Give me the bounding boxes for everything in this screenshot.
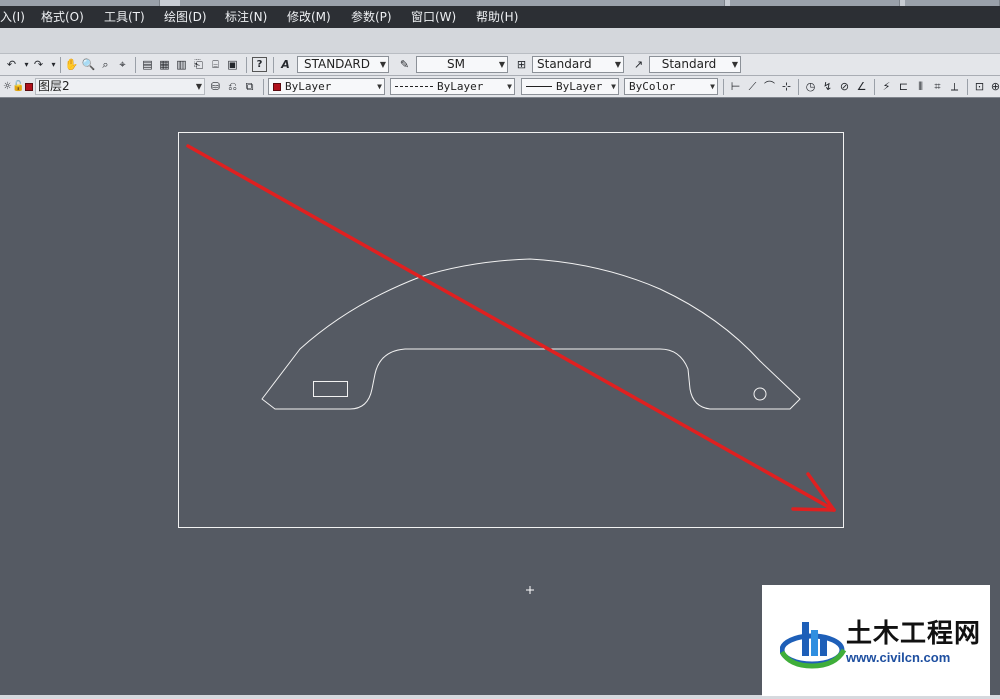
chevron-down-icon: ▼: [498, 60, 505, 69]
quick-dimension-icon[interactable]: ⚡: [879, 79, 894, 94]
menu-help[interactable]: 帮助(H): [476, 9, 518, 25]
part-outline[interactable]: [261, 258, 801, 410]
lineweight-value: ByLayer: [556, 80, 603, 93]
calculator-icon[interactable]: ▣: [225, 57, 240, 72]
toolbar-separator: [723, 79, 724, 95]
center-mark-icon[interactable]: ⊕: [988, 79, 1000, 94]
zoom-window-icon[interactable]: ⌕: [98, 57, 113, 72]
markup-icon[interactable]: ⌸: [208, 57, 223, 72]
annotation-arrow: [186, 144, 836, 512]
dim-style-dropdown[interactable]: SM ▼: [416, 56, 508, 73]
plot-style-value: ByColor: [629, 80, 676, 93]
toolbar-separator: [60, 57, 61, 73]
zoom-realtime-icon[interactable]: 🔍: [81, 57, 96, 72]
watermark-url: www.civilcn.com: [846, 650, 951, 665]
dim-style-value: SM: [447, 57, 465, 71]
toolbar-separator: [246, 57, 247, 73]
toolbar-separator: [798, 79, 799, 95]
lineweight-control-dropdown[interactable]: ByLayer ▼: [521, 78, 619, 95]
menu-tools[interactable]: 工具(T): [104, 9, 145, 25]
layers-toolbar: ☼ 🔓 图层2 ▼ ⛁ ⎌ ⧉ ByLayer ▼ ByLayer ▼ ByLa…: [0, 76, 1000, 98]
linetype-preview-icon: [395, 86, 433, 87]
menu-draw[interactable]: 绘图(D): [164, 9, 207, 25]
make-object-layer-current-icon[interactable]: ⛁: [208, 79, 223, 94]
properties-icon[interactable]: ▤: [140, 57, 155, 72]
pan-hand-icon[interactable]: ✋: [64, 57, 79, 72]
multileader-style-icon[interactable]: ↗: [631, 57, 646, 72]
redo-dropdown-icon[interactable]: ▾: [46, 57, 61, 72]
tool-palettes-icon[interactable]: ▥: [174, 57, 189, 72]
layer-color-icon: [24, 79, 34, 94]
linear-dimension-icon[interactable]: ⊢: [728, 79, 743, 94]
ribbon-placeholder: [0, 28, 1000, 54]
color-swatch-icon: [273, 83, 281, 91]
watermark-site-name: 土木工程网: [846, 619, 982, 649]
annotation-arrowhead-lower: [791, 507, 836, 512]
chevron-down-icon: ▼: [611, 82, 616, 91]
hole-circle[interactable]: [753, 387, 767, 401]
chevron-down-icon: ▼: [710, 82, 715, 91]
toolbar-separator: [874, 79, 875, 95]
aligned-dimension-icon[interactable]: ⟋: [745, 79, 760, 94]
menu-dimension[interactable]: 标注(N): [225, 9, 267, 25]
menu-modify[interactable]: 修改(M): [287, 9, 331, 25]
styles-toolbar: ↶ ▾ ↷ ▾ ✋ 🔍 ⌕ ⌖ ▤ ▦ ▥ ⎗ ⌸ ▣ ? A STANDARD…: [0, 54, 1000, 76]
arc-length-icon[interactable]: ⌒: [762, 79, 777, 94]
sheet-set-icon[interactable]: ⎗: [191, 57, 206, 72]
table-style-dropdown[interactable]: Standard ▼: [532, 56, 624, 73]
tolerance-icon[interactable]: ⊡: [972, 79, 987, 94]
table-style-icon[interactable]: ⊞: [514, 57, 529, 72]
plot-style-dropdown[interactable]: ByColor ▼: [624, 78, 718, 95]
layer-states-icon[interactable]: ⧉: [242, 79, 257, 94]
menu-format[interactable]: 格式(O): [41, 9, 84, 25]
lineweight-preview-icon: [526, 86, 552, 87]
chevron-down-icon: ▼: [379, 60, 386, 69]
radius-dimension-icon[interactable]: ◷: [803, 79, 818, 94]
angular-dimension-icon[interactable]: ∠: [854, 79, 869, 94]
menu-window[interactable]: 窗口(W): [411, 9, 456, 25]
chevron-down-icon: ▼: [195, 82, 202, 91]
menu-insert[interactable]: 入(I): [0, 9, 25, 25]
linetype-value: ByLayer: [437, 80, 484, 93]
chevron-down-icon: ▼: [377, 82, 382, 91]
dimension-break-icon[interactable]: ⟂: [947, 79, 962, 94]
help-icon[interactable]: ?: [252, 57, 267, 72]
continue-dimension-icon[interactable]: ⫴: [913, 79, 928, 94]
current-layer-name: 图层2: [38, 79, 70, 93]
diameter-dimension-icon[interactable]: ⊘: [837, 79, 852, 94]
linetype-control-dropdown[interactable]: ByLayer ▼: [390, 78, 515, 95]
ordinate-dimension-icon[interactable]: ⊹: [779, 79, 794, 94]
slot-rectangle[interactable]: [313, 381, 348, 397]
chevron-down-icon: ▼: [507, 82, 512, 91]
toolbar-separator: [273, 57, 274, 73]
multileader-style-value: Standard: [661, 57, 717, 71]
layer-color-swatch: [25, 82, 33, 91]
text-style-value: STANDARD: [303, 57, 371, 71]
redo-icon[interactable]: ↷: [31, 57, 46, 72]
text-style-dropdown[interactable]: STANDARD ▼: [297, 56, 389, 73]
dimension-space-icon[interactable]: ⌗: [930, 79, 945, 94]
multileader-style-dropdown[interactable]: Standard ▼: [649, 56, 741, 73]
color-value: ByLayer: [285, 80, 332, 93]
watermark-logo: [780, 622, 847, 669]
design-center-icon[interactable]: ▦: [157, 57, 172, 72]
dim-style-icon[interactable]: ✎: [397, 57, 412, 72]
text-style-icon[interactable]: A: [278, 57, 293, 72]
layer-dropdown[interactable]: 图层2 ▼: [35, 78, 205, 95]
chevron-down-icon: ▼: [731, 60, 738, 69]
color-control-dropdown[interactable]: ByLayer ▼: [268, 78, 385, 95]
table-style-value: Standard: [537, 57, 592, 71]
layer-previous-icon[interactable]: ⎌: [225, 79, 240, 94]
toolbar-separator: [263, 79, 264, 95]
annotation-arrow-shaft: [186, 144, 836, 512]
toolbar-separator: [967, 79, 968, 95]
toolbar-separator: [135, 57, 136, 73]
menu-bar: 入(I) 格式(O) 工具(T) 绘图(D) 标注(N) 修改(M) 参数(P)…: [0, 6, 1000, 28]
baseline-dimension-icon[interactable]: ⊏: [896, 79, 911, 94]
jogged-dimension-icon[interactable]: ↯: [820, 79, 835, 94]
zoom-previous-icon[interactable]: ⌖: [115, 57, 130, 72]
chevron-down-icon: ▼: [614, 60, 621, 69]
menu-parametric[interactable]: 参数(P): [351, 9, 392, 25]
undo-icon[interactable]: ↶: [4, 57, 19, 72]
